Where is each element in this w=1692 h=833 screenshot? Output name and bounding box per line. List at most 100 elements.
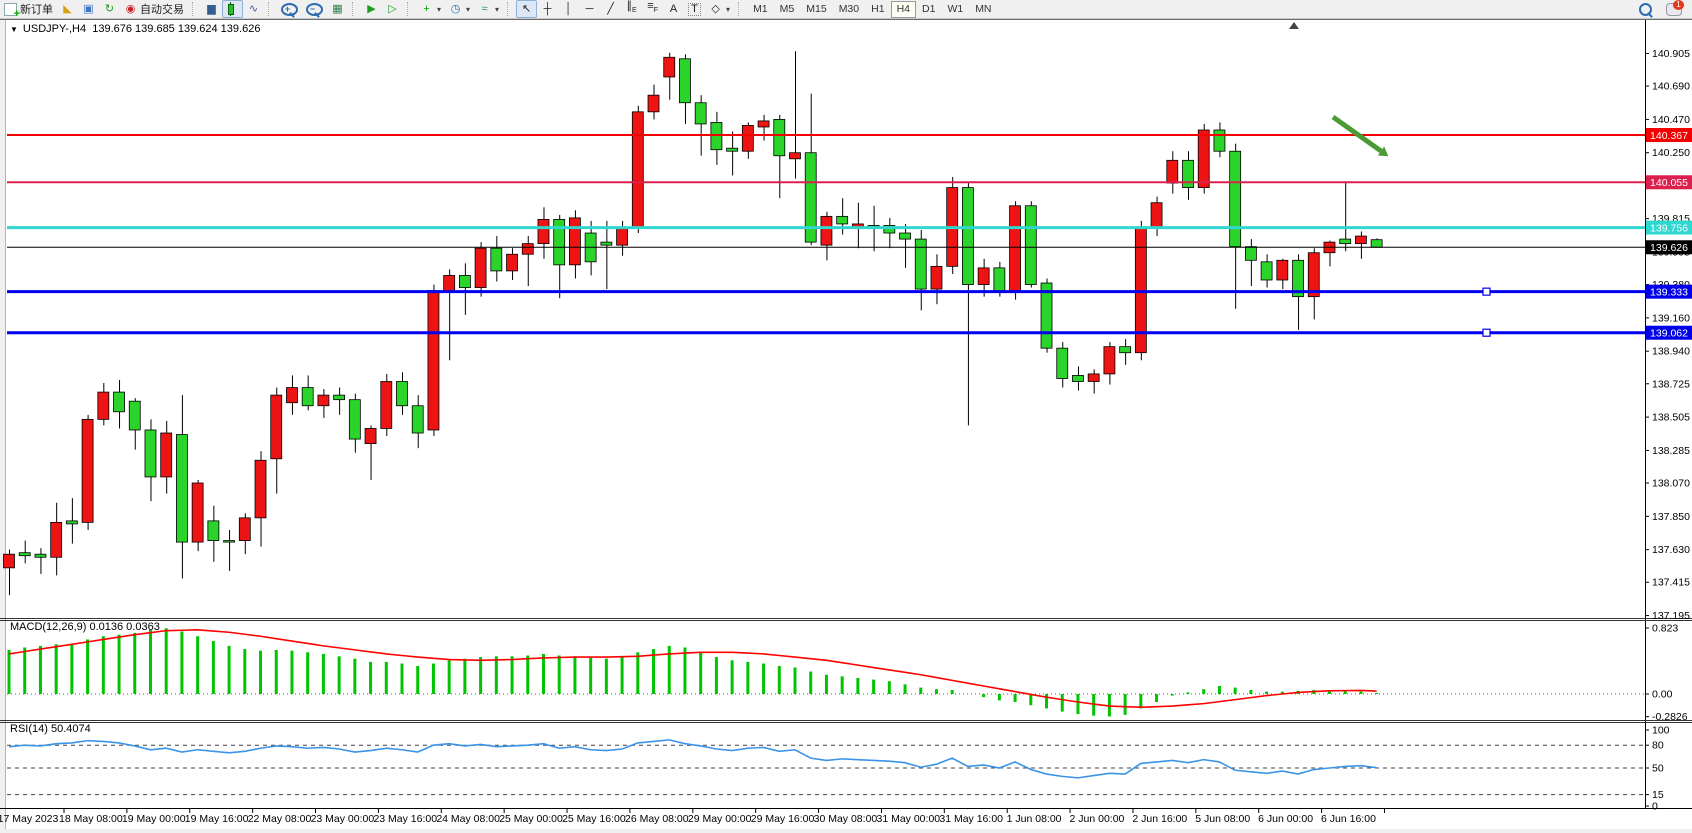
time-axis-label: 23 May 16:00 bbox=[373, 813, 437, 825]
candle-body bbox=[837, 216, 848, 224]
candle-body bbox=[1010, 206, 1021, 291]
chart-collapse-icon[interactable]: ▼ bbox=[10, 25, 18, 34]
time-axis-label: 5 Jun 08:00 bbox=[1195, 813, 1250, 825]
candle-body bbox=[1183, 160, 1194, 187]
candle-body bbox=[365, 428, 376, 443]
pivot-line-price-badge-label: 139.756 bbox=[1650, 222, 1688, 234]
candle-body bbox=[1371, 240, 1382, 248]
mt4-application-window: +新订单◣▣↻◉自动交易▆∿+−▦▶▷+▾◷▾≈▾↖┼│─╱∥E≡FAT◇▾M1… bbox=[0, 0, 1692, 833]
time-axis-label: 6 Jun 00:00 bbox=[1258, 813, 1313, 825]
candle-body bbox=[35, 554, 46, 557]
candle-body bbox=[790, 153, 801, 159]
time-axis-label: 19 May 00:00 bbox=[122, 813, 186, 825]
rsi-axis-label: 80 bbox=[1652, 740, 1664, 752]
rsi-indicator-label: RSI(14) 50.4074 bbox=[10, 723, 91, 735]
price-axis-tick-label: 137.850 bbox=[1652, 511, 1690, 523]
candle-body bbox=[1167, 160, 1178, 183]
candle-body bbox=[4, 554, 15, 568]
candle-body bbox=[51, 522, 62, 557]
candle-body bbox=[1230, 151, 1241, 246]
macd-axis-label: 0.00 bbox=[1652, 689, 1673, 701]
support-line-2-handle[interactable] bbox=[1483, 329, 1490, 336]
price-axis-tick-label: 138.070 bbox=[1652, 478, 1690, 490]
price-axis-tick-label: 140.690 bbox=[1652, 81, 1690, 93]
candle-body bbox=[821, 216, 832, 245]
candle-body bbox=[208, 521, 219, 541]
rsi-axis-label: 50 bbox=[1652, 763, 1664, 775]
price-axis-tick-label: 140.250 bbox=[1652, 147, 1690, 159]
support-line-1-price-badge-label: 139.333 bbox=[1650, 286, 1688, 298]
time-axis-label: 17 May 2023 bbox=[0, 813, 58, 825]
time-axis-label: 31 May 00:00 bbox=[876, 813, 940, 825]
time-axis-label: 23 May 00:00 bbox=[311, 813, 375, 825]
candle-body bbox=[302, 388, 313, 406]
price-axis-tick-label: 138.940 bbox=[1652, 346, 1690, 358]
candle-body bbox=[66, 521, 77, 524]
candle-body bbox=[711, 122, 722, 149]
candle-body bbox=[192, 483, 203, 542]
candle-body bbox=[632, 112, 643, 227]
macd-axis-label: 0.823 bbox=[1652, 622, 1678, 634]
time-axis-label: 24 May 08:00 bbox=[436, 813, 500, 825]
candle-body bbox=[727, 148, 738, 151]
candle-body bbox=[522, 244, 533, 255]
support-line-2-price-badge-label: 139.062 bbox=[1650, 328, 1688, 340]
time-axis-label: 26 May 08:00 bbox=[625, 813, 689, 825]
candle-body bbox=[601, 242, 612, 245]
candle-body bbox=[444, 275, 455, 290]
candle-body bbox=[569, 218, 580, 265]
candle-body bbox=[145, 430, 156, 477]
time-axis-label: 19 May 16:00 bbox=[185, 813, 249, 825]
candle-body bbox=[19, 553, 30, 556]
time-axis-label: 25 May 00:00 bbox=[499, 813, 563, 825]
candle-body bbox=[334, 395, 345, 400]
resistance-line-2-price-badge-label: 140.055 bbox=[1650, 177, 1688, 189]
price-axis-tick-label: 138.505 bbox=[1652, 412, 1690, 424]
candle-body bbox=[695, 103, 706, 124]
price-axis-tick-label: 137.415 bbox=[1652, 577, 1690, 589]
candle-body bbox=[271, 395, 282, 459]
time-axis-label: 30 May 08:00 bbox=[814, 813, 878, 825]
candle-body bbox=[1151, 203, 1162, 227]
rsi-axis-label: 0 bbox=[1652, 801, 1658, 813]
candle-body bbox=[349, 400, 360, 439]
candle-body bbox=[428, 291, 439, 430]
chart-title: ▼ USDJPY-,H4 139.676 139.685 139.624 139.… bbox=[10, 23, 260, 35]
candle-body bbox=[978, 268, 989, 285]
candle-body bbox=[617, 227, 628, 245]
time-axis-label: 1 Jun 08:00 bbox=[1007, 813, 1062, 825]
candle-body bbox=[1198, 130, 1209, 188]
candle-body bbox=[774, 119, 785, 155]
price-axis-tick-label: 138.285 bbox=[1652, 445, 1690, 457]
candle-body bbox=[397, 381, 408, 405]
price-axis-tick-label: 140.905 bbox=[1652, 48, 1690, 60]
candle-body bbox=[994, 268, 1005, 291]
price-axis-tick-label: 139.160 bbox=[1652, 312, 1690, 324]
macd-indicator-label: MACD(12,26,9) 0.0136 0.0363 bbox=[10, 621, 160, 633]
rsi-axis-label: 100 bbox=[1652, 725, 1670, 737]
candle-body bbox=[507, 254, 518, 271]
price-axis-tick-label: 140.470 bbox=[1652, 114, 1690, 126]
candle-body bbox=[1277, 260, 1288, 280]
candle-body bbox=[962, 188, 973, 285]
symbol-period-label: USDJPY-,H4 bbox=[23, 23, 86, 35]
time-axis-label: 22 May 08:00 bbox=[248, 813, 312, 825]
candle-body bbox=[381, 381, 392, 428]
candle-body bbox=[475, 248, 486, 287]
candle-body bbox=[742, 125, 753, 151]
candle-body bbox=[664, 57, 675, 77]
candle-body bbox=[161, 433, 172, 477]
time-axis-label: 31 May 16:00 bbox=[939, 813, 1003, 825]
price-axis-tick-label: 138.725 bbox=[1652, 378, 1690, 390]
candle-body bbox=[239, 518, 250, 541]
arrow-annotation[interactable] bbox=[1333, 117, 1381, 151]
chart-canvas: 140.905140.690140.470140.250140.035139.8… bbox=[0, 0, 1692, 833]
ohlc-values: 139.676 139.685 139.624 139.626 bbox=[92, 23, 260, 35]
candle-body bbox=[1340, 239, 1351, 244]
candle-body bbox=[538, 219, 549, 243]
candle-body bbox=[82, 419, 93, 522]
candle-body bbox=[900, 233, 911, 239]
rsi-line bbox=[9, 740, 1377, 778]
support-line-1-handle[interactable] bbox=[1483, 288, 1490, 295]
chart-shift-marker[interactable] bbox=[1289, 22, 1299, 29]
